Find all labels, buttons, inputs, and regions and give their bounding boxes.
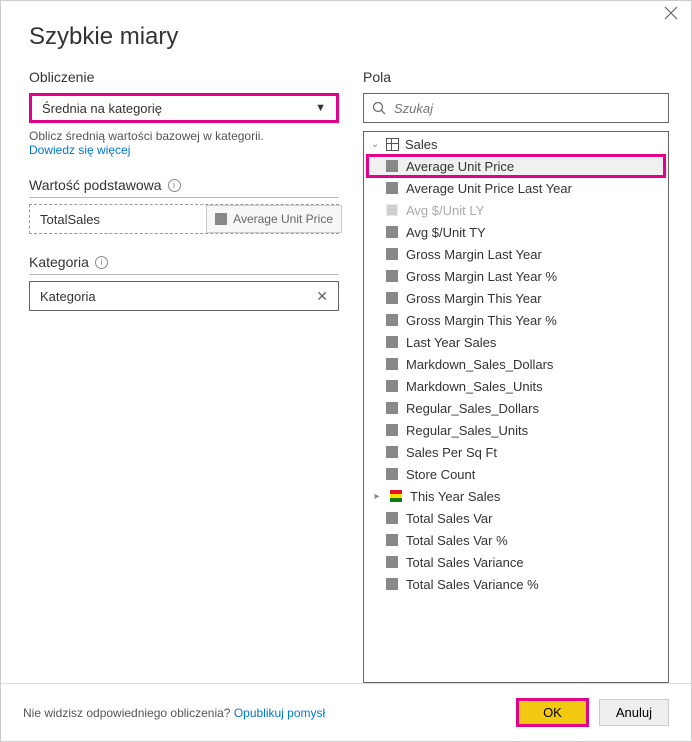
field-row[interactable]: Average Unit Price Last Year xyxy=(364,177,668,199)
quick-measures-dialog: Szybkie miary Obliczenie Średnia na kate… xyxy=(0,0,692,742)
base-value-dropzone[interactable]: TotalSales Average Unit Price xyxy=(29,204,339,234)
calculation-dropdown[interactable]: Średnia na kategorię ▼ xyxy=(29,93,339,123)
table-icon xyxy=(386,138,399,151)
category-value: Kategoria xyxy=(40,289,96,304)
search-icon xyxy=(372,101,386,115)
chevron-down-icon: ⌄ xyxy=(370,139,380,150)
category-heading: Kategoria i xyxy=(29,254,339,275)
field-label: Gross Margin Last Year xyxy=(406,247,542,262)
field-label: Sales Per Sq Ft xyxy=(406,445,497,460)
field-label: Average Unit Price xyxy=(406,159,514,174)
dialog-footer: Nie widzisz odpowiedniego obliczenia? Op… xyxy=(1,683,691,741)
field-row[interactable]: Gross Margin This Year % xyxy=(364,309,668,331)
measure-icon xyxy=(386,512,398,524)
dialog-title: Szybkie miary xyxy=(1,1,691,51)
measure-icon xyxy=(386,556,398,568)
measure-icon xyxy=(386,402,398,414)
measure-icon xyxy=(386,468,398,480)
field-row[interactable]: Average Unit Price xyxy=(364,155,668,177)
close-button[interactable] xyxy=(664,6,684,26)
field-row[interactable]: Total Sales Variance % xyxy=(364,573,668,595)
measure-icon xyxy=(386,204,398,216)
field-row[interactable]: Avg $/Unit TY xyxy=(364,221,668,243)
field-row[interactable]: Sales Per Sq Ft xyxy=(364,441,668,463)
kpi-icon xyxy=(390,490,402,502)
field-label: Regular_Sales_Dollars xyxy=(406,401,539,416)
measure-icon xyxy=(386,182,398,194)
field-row[interactable]: Total Sales Var % xyxy=(364,529,668,551)
field-label: Gross Margin This Year xyxy=(406,291,542,306)
measure-icon xyxy=(386,160,398,172)
measure-icon xyxy=(386,358,398,370)
table-name: Sales xyxy=(405,137,438,152)
field-label: Total Sales Variance xyxy=(406,555,524,570)
table-node[interactable]: ⌄ Sales xyxy=(364,134,668,155)
field-label: Markdown_Sales_Units xyxy=(406,379,543,394)
field-row[interactable]: Gross Margin This Year xyxy=(364,287,668,309)
field-row[interactable]: Markdown_Sales_Units xyxy=(364,375,668,397)
measure-icon xyxy=(386,336,398,348)
calculation-heading: Obliczenie xyxy=(29,69,339,85)
calculation-hint: Oblicz średnią wartości bazowej w katego… xyxy=(29,129,339,143)
footer-hint: Nie widzisz odpowiedniego obliczenia? Op… xyxy=(23,706,325,720)
field-label: Markdown_Sales_Dollars xyxy=(406,357,553,372)
field-label: Avg $/Unit LY xyxy=(406,203,484,218)
field-row[interactable]: Gross Margin Last Year xyxy=(364,243,668,265)
field-row[interactable]: Regular_Sales_Dollars xyxy=(364,397,668,419)
measure-icon xyxy=(386,270,398,282)
drag-field-token[interactable]: Average Unit Price xyxy=(206,205,342,233)
fields-panel: Pola ⌄ Sales Average Unit Price Average U… xyxy=(363,69,669,683)
category-dropzone[interactable]: Kategoria ✕ xyxy=(29,281,339,311)
field-label: Gross Margin Last Year % xyxy=(406,269,557,284)
fields-tree[interactable]: ⌄ Sales Average Unit Price Average Unit P… xyxy=(363,131,669,683)
measure-icon xyxy=(386,534,398,546)
measure-icon xyxy=(386,380,398,392)
measure-icon xyxy=(386,292,398,304)
field-row[interactable]: Gross Margin Last Year % xyxy=(364,265,668,287)
field-label: Average Unit Price Last Year xyxy=(406,181,572,196)
measure-icon xyxy=(386,424,398,436)
ok-button[interactable]: OK xyxy=(516,698,589,727)
field-label: Total Sales Var xyxy=(406,511,492,526)
measure-icon xyxy=(386,226,398,238)
dialog-content: Obliczenie Średnia na kategorię ▼ Oblicz… xyxy=(1,51,691,683)
field-label: Total Sales Variance % xyxy=(406,577,539,592)
info-icon[interactable]: i xyxy=(95,256,108,269)
measure-icon xyxy=(386,446,398,458)
field-label: Regular_Sales_Units xyxy=(406,423,528,438)
measure-icon xyxy=(215,213,227,225)
field-label: Last Year Sales xyxy=(406,335,496,350)
chevron-right-icon: ▸ xyxy=(372,491,382,502)
info-icon[interactable]: i xyxy=(168,179,181,192)
field-label: Store Count xyxy=(406,467,475,482)
dropdown-value: Średnia na kategorię xyxy=(42,101,162,116)
field-row[interactable]: ▸ This Year Sales xyxy=(364,485,668,507)
clear-category-button[interactable]: ✕ xyxy=(316,288,328,305)
measure-icon xyxy=(386,314,398,326)
measure-icon xyxy=(386,248,398,260)
field-label: This Year Sales xyxy=(410,489,500,504)
field-label: Avg $/Unit TY xyxy=(406,225,486,240)
base-value-text: TotalSales xyxy=(40,212,100,227)
field-row[interactable]: Last Year Sales xyxy=(364,331,668,353)
search-input[interactable] xyxy=(394,101,660,116)
field-label: Total Sales Var % xyxy=(406,533,508,548)
measure-icon xyxy=(386,578,398,590)
chevron-down-icon: ▼ xyxy=(315,102,326,114)
field-row[interactable]: Total Sales Variance xyxy=(364,551,668,573)
cancel-button[interactable]: Anuluj xyxy=(599,699,669,726)
base-value-heading: Wartość podstawowa i xyxy=(29,177,339,198)
field-row[interactable]: Markdown_Sales_Dollars xyxy=(364,353,668,375)
fields-heading: Pola xyxy=(363,69,669,85)
field-row[interactable]: Total Sales Var xyxy=(364,507,668,529)
field-row[interactable]: Avg $/Unit LY xyxy=(364,199,668,221)
field-row[interactable]: Store Count xyxy=(364,463,668,485)
search-box[interactable] xyxy=(363,93,669,123)
calculation-panel: Obliczenie Średnia na kategorię ▼ Oblicz… xyxy=(29,69,339,683)
publish-idea-link[interactable]: Opublikuj pomysł xyxy=(234,706,325,720)
learn-more-link[interactable]: Dowiedz się więcej xyxy=(29,143,339,157)
field-row[interactable]: Regular_Sales_Units xyxy=(364,419,668,441)
field-label: Gross Margin This Year % xyxy=(406,313,557,328)
